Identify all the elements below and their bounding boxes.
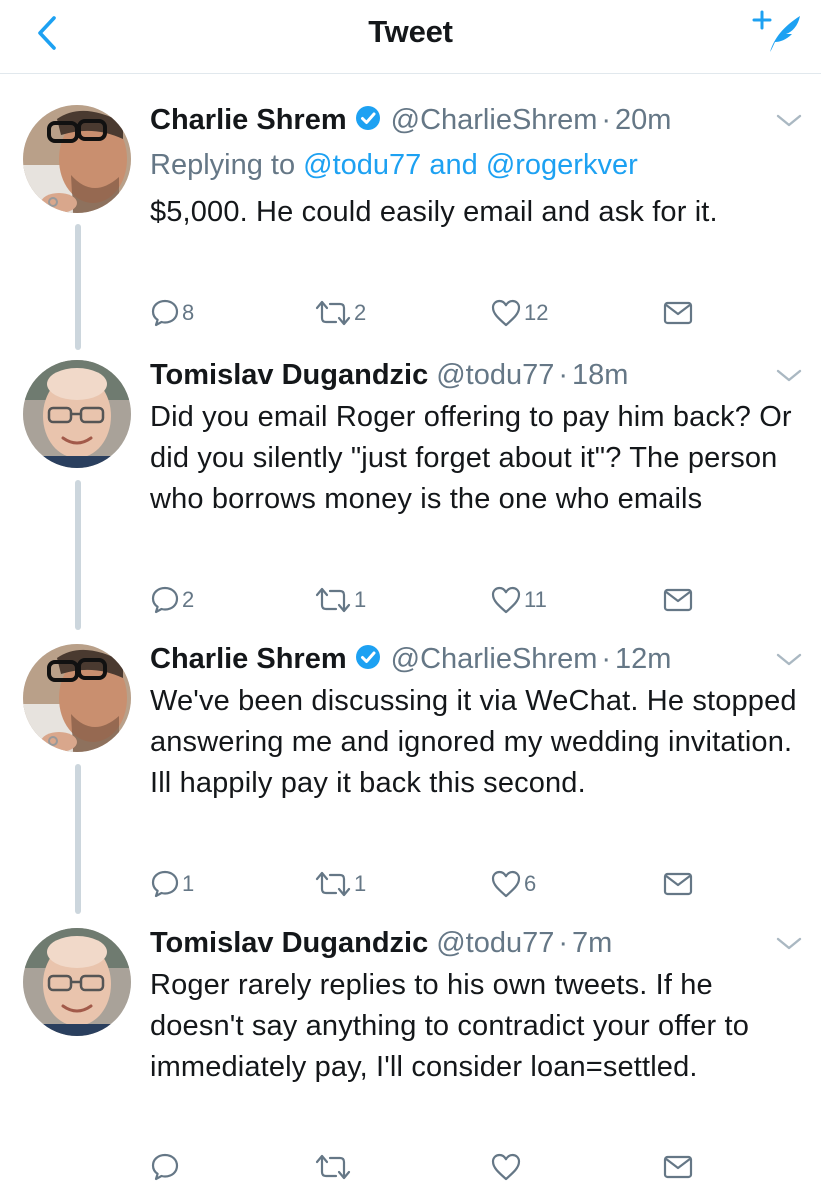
tweet[interactable]: Tomislav Dugandzic @todu77 · 7m Roger rarel…	[0, 923, 821, 1200]
direct-message-button[interactable]	[662, 864, 694, 904]
replying-to-label: Replying to	[150, 149, 296, 181]
display-name[interactable]: Tomislav Dugandzic	[150, 359, 428, 391]
direct-message-button[interactable]	[662, 580, 694, 620]
tweet-actions: 2 1 11	[0, 580, 821, 620]
compose-tweet-icon[interactable]	[748, 8, 808, 58]
heart-icon	[490, 1152, 522, 1182]
envelope-icon	[662, 1152, 694, 1182]
envelope-icon	[662, 869, 694, 899]
avatar-tomislav-dugandzic[interactable]	[23, 928, 131, 1036]
retweet-button[interactable]	[314, 1147, 354, 1187]
tweet-actions	[0, 1147, 821, 1187]
chevron-down-icon[interactable]	[774, 933, 804, 953]
reply-icon	[150, 585, 180, 615]
chevron-down-icon[interactable]	[774, 365, 804, 385]
direct-message-button[interactable]	[662, 1147, 694, 1187]
tweet-timestamp[interactable]: 12m	[615, 643, 671, 675]
heart-icon	[490, 298, 522, 328]
avatar-charlie-shrem[interactable]	[23, 105, 131, 213]
retweet-count: 2	[354, 300, 367, 325]
reply-count: 2	[182, 587, 195, 612]
top-nav-bar: Tweet	[0, 0, 821, 74]
tweet[interactable]: Charlie Shrem @CharlieShrem · 20m Replying …	[0, 100, 821, 350]
tweet-text: Roger rarely replies to his own tweets. …	[150, 969, 749, 1083]
like-button[interactable]: 6	[490, 864, 536, 904]
mention-link[interactable]: @rogerkver	[486, 149, 638, 181]
like-button[interactable]: 11	[490, 580, 547, 620]
replying-to-line: Replying to @todu77 and @rogerkver	[150, 145, 638, 185]
envelope-icon	[662, 298, 694, 328]
chevron-down-icon[interactable]	[774, 649, 804, 669]
reply-button[interactable]: 8	[150, 293, 194, 333]
separator-dot: ·	[558, 927, 569, 959]
display-name[interactable]: Charlie Shrem	[150, 643, 347, 675]
heart-icon	[490, 585, 522, 615]
like-button[interactable]	[490, 1147, 524, 1187]
reply-button[interactable]: 1	[150, 864, 194, 904]
like-count: 6	[524, 871, 537, 896]
separator-dot: ·	[558, 359, 569, 391]
tweet-text: $5,000. He could easily email and ask fo…	[150, 196, 718, 228]
user-handle[interactable]: @CharlieShrem	[391, 643, 598, 675]
tweet-actions: 8 2 12	[0, 293, 821, 333]
envelope-icon	[662, 585, 694, 615]
tweet[interactable]: Tomislav Dugandzic @todu77 · 18m Did you em…	[0, 355, 821, 625]
tweet-header: Charlie Shrem @CharlieShrem · 12m	[150, 639, 671, 679]
tweet-text: Did you email Roger offering to pay him …	[150, 401, 792, 515]
retweet-icon	[314, 585, 352, 615]
user-handle[interactable]: @CharlieShrem	[391, 104, 598, 136]
separator-dot: ·	[601, 104, 612, 136]
tweet-timestamp[interactable]: 18m	[572, 359, 628, 391]
like-count: 12	[524, 300, 549, 325]
retweet-icon	[314, 298, 352, 328]
reply-count: 1	[182, 871, 195, 896]
retweet-button[interactable]: 1	[314, 580, 366, 620]
verified-badge-icon	[353, 103, 383, 133]
page-title: Tweet	[368, 14, 453, 49]
reply-button[interactable]: 2	[150, 580, 194, 620]
tweet-header: Tomislav Dugandzic @todu77 · 18m	[150, 355, 628, 395]
retweet-icon	[314, 1152, 352, 1182]
tweet-header: Charlie Shrem @CharlieShrem · 20m	[150, 100, 671, 140]
tweet-text: We've been discussing it via WeChat. He …	[150, 685, 797, 799]
tweet-header: Tomislav Dugandzic @todu77 · 7m	[150, 923, 612, 963]
direct-message-button[interactable]	[662, 293, 694, 333]
tweet-timestamp[interactable]: 20m	[615, 104, 671, 136]
reply-icon	[150, 298, 180, 328]
like-count: 11	[524, 587, 547, 612]
verified-badge-icon	[353, 642, 383, 672]
tweet[interactable]: Charlie Shrem @CharlieShrem · 12m We've bee…	[0, 639, 821, 909]
avatar-tomislav-dugandzic[interactable]	[23, 360, 131, 468]
user-handle[interactable]: @todu77	[436, 359, 554, 391]
user-handle[interactable]: @todu77	[436, 927, 554, 959]
display-name[interactable]: Tomislav Dugandzic	[150, 927, 428, 959]
separator-dot: ·	[601, 643, 612, 675]
retweet-icon	[314, 869, 352, 899]
heart-icon	[490, 869, 522, 899]
retweet-button[interactable]: 1	[314, 864, 366, 904]
chevron-down-icon[interactable]	[774, 110, 804, 130]
reply-icon	[150, 869, 180, 899]
reply-icon	[150, 1152, 180, 1182]
reply-button[interactable]	[150, 1147, 182, 1187]
retweet-count: 1	[354, 871, 367, 896]
tweet-actions: 1 1 6	[0, 864, 821, 904]
tweet-timestamp[interactable]: 7m	[572, 927, 612, 959]
retweet-count: 1	[354, 587, 367, 612]
display-name[interactable]: Charlie Shrem	[150, 104, 347, 136]
retweet-button[interactable]: 2	[314, 293, 366, 333]
avatar-charlie-shrem[interactable]	[23, 644, 131, 752]
replying-and-word[interactable]: and	[429, 149, 477, 181]
like-button[interactable]: 12	[490, 293, 548, 333]
mention-link[interactable]: @todu77	[303, 149, 421, 181]
reply-count: 8	[182, 300, 195, 325]
